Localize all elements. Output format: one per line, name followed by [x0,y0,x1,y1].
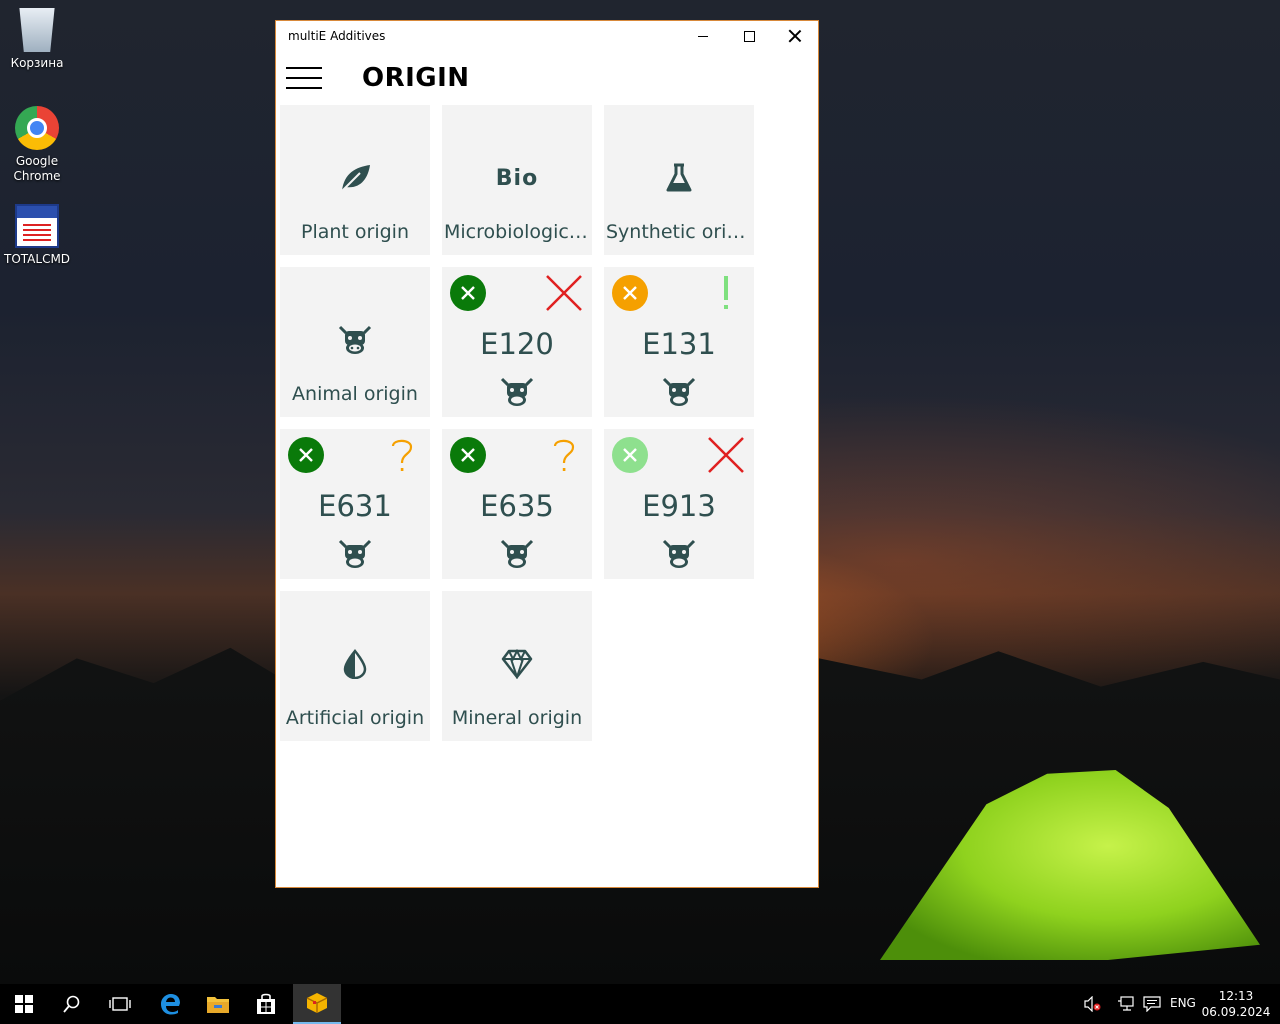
minimize-button[interactable] [680,21,726,51]
diamond-icon [442,649,592,679]
network-button[interactable] [1114,984,1138,1024]
tile-additive-e631[interactable]: E631 [280,429,430,579]
search-icon [63,995,80,1013]
clock-time: 12:13 [1218,989,1254,1003]
page-title: ORIGIN [362,63,470,93]
taskbar-clock[interactable]: 12:13 06.09.2024 [1196,988,1276,1020]
tile-label: Microbiologica... [444,221,592,243]
not-vegan-badge-icon [288,437,324,473]
desktop-icon-label: TOTALCMD [4,252,71,266]
tile-synthetic-origin[interactable]: Synthetic origin [604,105,754,255]
folder-icon [207,997,229,1013]
cow-icon [280,539,430,569]
taskbar-edge[interactable] [146,984,194,1024]
half-drop-icon [280,649,430,679]
tile-label: Plant origin [300,221,409,243]
search-button[interactable] [48,984,96,1024]
tile-additive-e131[interactable]: E131 [604,267,754,417]
recycle-bin-icon [19,8,55,52]
tile-additive-e120[interactable]: E120 [442,267,592,417]
not-vegan-badge-icon [450,275,486,311]
tile-label: Animal origin [292,383,418,405]
flask-icon [604,163,754,193]
notifications-button[interactable] [1140,984,1164,1024]
desktop-icon-label: Google Chrome [13,154,61,183]
cow-icon [442,539,592,569]
not-vegan-badge-icon [450,437,486,473]
cow-icon [604,377,754,407]
package-box-icon [306,993,328,1013]
tile-label: Mineral origin [451,707,583,729]
taskbar-multie-additives[interactable] [293,984,341,1024]
windows-logo-icon [15,995,33,1013]
volume-muted-button[interactable] [1080,984,1104,1024]
tile-label: Synthetic origin [606,221,754,243]
tile-artificial-origin[interactable]: Artificial origin [280,591,430,741]
app-header: ORIGIN [276,51,818,103]
close-icon [789,30,801,42]
unknown-question-icon [382,435,422,475]
task-view-icon [109,997,131,1011]
harmful-cross-icon [544,273,584,313]
store-bag-icon [257,993,275,1014]
additive-code: E635 [480,489,554,523]
caution-badge-icon [612,275,648,311]
cow-icon [280,325,430,355]
cow-icon [604,539,754,569]
floppy-disk-icon [15,204,59,248]
tile-plant-origin[interactable]: Plant origin [280,105,430,255]
not-vegan-badge-icon [612,437,648,473]
tile-label: Artificial origin [285,707,425,729]
desktop-icon-google-chrome[interactable]: Google Chrome [4,106,70,184]
clock-date: 06.09.2024 [1201,1005,1271,1019]
additive-code: E631 [318,489,392,523]
task-view-button[interactable] [96,984,144,1024]
tile-additive-e635[interactable]: E635 [442,429,592,579]
taskbar: ENG 12:13 06.09.2024 [0,984,1280,1024]
warning-exclamation-icon [706,273,746,313]
bio-icon-text: Bio [495,165,539,191]
volume-muted-icon [1084,996,1101,1012]
app-window: multiE Additives ORIGIN Plant origin Bio… [275,20,819,888]
minimize-icon [698,35,708,37]
tile-additive-e913[interactable]: E913 [604,429,754,579]
hamburger-menu-button[interactable] [286,67,322,89]
additive-code: E913 [642,489,716,523]
edge-browser-icon [161,994,180,1015]
desktop-icon-recycle-bin[interactable]: Корзина [4,8,70,71]
bio-icon: Bio [442,163,592,193]
desktop-icon-totalcmd[interactable]: TOTALCMD [4,204,70,267]
tile-animal-origin[interactable]: Animal origin [280,267,430,417]
taskbar-store[interactable] [242,984,290,1024]
desktop-icon-label: Корзина [10,56,64,70]
input-language-indicator[interactable]: ENG [1170,996,1196,1010]
network-icon [1118,996,1134,1011]
harmful-cross-icon [706,435,746,475]
title-bar[interactable]: multiE Additives [276,21,818,51]
unknown-question-icon [544,435,584,475]
tile-mineral-origin[interactable]: Mineral origin [442,591,592,741]
leaf-icon [280,163,430,193]
close-button[interactable] [772,21,818,51]
additive-code: E131 [642,327,716,361]
window-title: multiE Additives [288,29,386,43]
start-button[interactable] [0,984,48,1024]
additive-code: E120 [480,327,554,361]
chrome-icon [15,106,59,150]
maximize-icon [743,30,755,42]
cow-icon [442,377,592,407]
maximize-button[interactable] [726,21,772,51]
tile-microbiological-origin[interactable]: Bio Microbiologica... [442,105,592,255]
action-center-icon [1143,996,1161,1012]
taskbar-file-explorer[interactable] [194,984,242,1024]
